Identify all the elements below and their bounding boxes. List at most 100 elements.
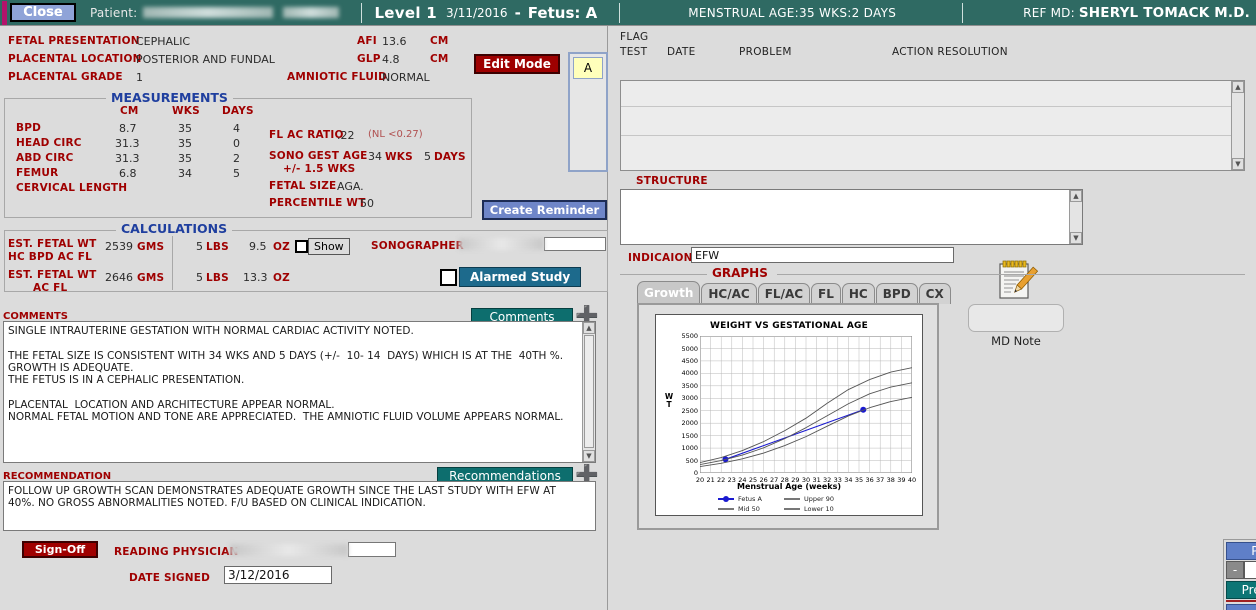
tab-fl-ac[interactable]: FL/AC: [757, 283, 811, 304]
structure-scrollbar[interactable]: ▲ ▼: [1069, 190, 1082, 244]
chart-y-tick-5500: 5500: [681, 332, 698, 340]
calc-lbs-unit-1: LBS: [206, 272, 229, 284]
flag-scrollbar[interactable]: ▲ ▼: [1231, 81, 1244, 170]
comments-textarea[interactable]: SINGLE INTRAUTERINE GESTATION WITH NORMA…: [3, 321, 596, 463]
flag-scroll-up-icon[interactable]: ▲: [1232, 81, 1244, 93]
calc-lbs-0: 5: [196, 240, 203, 253]
comments-scrollbar[interactable]: ▲ ▼: [582, 322, 595, 462]
structure-scroll-down-icon[interactable]: ▼: [1070, 232, 1082, 244]
show-control[interactable]: Show: [295, 238, 350, 255]
meas-wks-0: 35: [178, 122, 192, 135]
graph-tabs[interactable]: Growth HC/AC FL/AC FL HC BPD CX: [637, 281, 952, 304]
graphs-title: GRAPHS: [707, 266, 773, 280]
reading-physician-field[interactable]: [230, 542, 396, 557]
tab-hc[interactable]: HC: [841, 283, 875, 304]
fl-ac-ratio-label: FL AC RATIO: [269, 129, 344, 141]
sonographer-input[interactable]: [544, 237, 606, 251]
fetal-size-value: AGA.: [337, 180, 364, 193]
fetus-list[interactable]: A: [568, 52, 608, 172]
sono-gest-age-wks-unit: WKS: [385, 151, 413, 163]
legend-marker-lower-10: [784, 508, 800, 510]
growth-chart[interactable]: WEIGHT VS GESTATIONAL AGE WT 0 500 1000 150…: [655, 314, 923, 516]
structure-scroll-up-icon[interactable]: ▲: [1070, 190, 1082, 202]
indication-input[interactable]: EFW: [691, 247, 954, 263]
fetus-list-item-a[interactable]: A: [573, 57, 603, 79]
alarmed-study-control[interactable]: Alarmed Study: [440, 267, 582, 287]
col-header-cm: CM: [120, 105, 139, 117]
calc-gms-unit-0: GMS: [137, 241, 165, 253]
meas-label-3: FEMUR: [16, 167, 59, 179]
date-signed-input[interactable]: 3/12/2016: [224, 566, 332, 584]
calc-oz-unit-1: OZ: [273, 272, 290, 284]
tab-bpd[interactable]: BPD: [875, 283, 918, 304]
flag-col-date: DATE: [667, 46, 696, 58]
meas-cm-3: 6.8: [119, 167, 137, 180]
flag-col-test: TEST: [620, 46, 648, 58]
chart-y-tick-3500: 3500: [681, 381, 698, 390]
reading-physician-input[interactable]: [348, 542, 396, 557]
legend-label-lower-10: Lower 10: [804, 505, 834, 513]
close-button[interactable]: Close: [10, 3, 76, 22]
legend-marker-fetus-a: [718, 496, 734, 502]
copies-stepper[interactable]: - +: [1226, 561, 1256, 579]
comments-scroll-up-icon[interactable]: ▲: [583, 322, 595, 334]
chart-y-axis-label: WT: [664, 392, 674, 409]
edit-mode-button[interactable]: Edit Mode: [474, 54, 560, 74]
comments-scroll-thumb[interactable]: [584, 335, 594, 448]
patient-id-redacted: [283, 7, 340, 18]
copies-decrement-button[interactable]: -: [1226, 561, 1244, 579]
reading-physician-label: READING PHYSICIAN: [114, 546, 239, 558]
copies-input[interactable]: [1244, 561, 1256, 579]
chart-x-axis-label: Menstrual Age (weeks): [737, 482, 841, 491]
sono-gest-age-range: +/- 1.5 WKS: [283, 163, 356, 175]
comments-scroll-down-icon[interactable]: ▼: [583, 450, 595, 462]
meas-cm-0: 8.7: [119, 122, 137, 135]
calculations-line-left: [4, 230, 116, 231]
calc-gms-1: 2646: [105, 271, 133, 284]
fax-button[interactable]: Fax: [1226, 604, 1256, 610]
show-button[interactable]: Show: [308, 238, 350, 255]
meas-cm-1: 31.3: [115, 137, 140, 150]
meas-days-2: 2: [233, 152, 240, 165]
sonographer-field[interactable]: [459, 237, 606, 251]
sign-off-button[interactable]: Sign-Off: [22, 541, 98, 558]
reading-physician-name-redacted: [230, 543, 348, 556]
tab-fl[interactable]: FL: [811, 283, 841, 304]
flag-list[interactable]: ▲ ▼: [620, 80, 1245, 171]
fl-ac-ratio-value: .22: [337, 129, 355, 142]
calculations-divider: [172, 232, 173, 290]
recommendation-textarea[interactable]: FOLLOW UP GROWTH SCAN DEMONSTRATES ADEQU…: [3, 481, 596, 531]
md-note[interactable]: MD Note: [968, 258, 1064, 348]
level-label: Level 1: [374, 3, 438, 22]
col-header-days: DAYS: [222, 105, 254, 117]
tab-hc-ac[interactable]: HC/AC: [701, 283, 757, 304]
divider-3: [962, 2, 964, 23]
comments-text: SINGLE INTRAUTERINE GESTATION WITH NORMA…: [8, 325, 564, 424]
md-note-button[interactable]: [968, 304, 1064, 332]
tab-cx[interactable]: CX: [918, 283, 951, 304]
preview-button[interactable]: Preview: [1226, 581, 1256, 599]
meas-wks-1: 35: [178, 137, 192, 150]
calc-oz-0: 9.5: [249, 240, 267, 253]
legend-marker-mid-50: [718, 508, 734, 510]
calc-lbs-1: 5: [196, 271, 203, 284]
calc-label-0-line1: EST. FETAL WT: [8, 238, 97, 250]
print-controls: Print - + Preview Fax: [1223, 539, 1256, 610]
flag-scroll-down-icon[interactable]: ▼: [1232, 158, 1244, 170]
glp-label: GLP: [357, 53, 381, 65]
show-checkbox[interactable]: [295, 240, 308, 253]
tab-growth[interactable]: Growth: [637, 281, 701, 304]
create-reminder-button[interactable]: Create Reminder: [482, 200, 607, 220]
measurements-line-right: [216, 98, 472, 99]
structure-textarea[interactable]: ▲ ▼: [620, 189, 1083, 245]
left-report-panel: FETAL PRESENTATION CEPHALIC PLACENTAL LO…: [0, 26, 608, 610]
study-date: 3/11/2016: [446, 5, 508, 20]
print-button[interactable]: Print: [1226, 542, 1256, 560]
calc-gms-0: 2539: [105, 240, 133, 253]
alarmed-study-checkbox[interactable]: [440, 268, 457, 286]
chart-y-tick-3000: 3000: [681, 394, 698, 403]
fetus-label: Fetus: A: [527, 3, 598, 22]
calculations-title: CALCULATIONS: [116, 221, 233, 236]
alarmed-study-button[interactable]: Alarmed Study: [459, 267, 582, 287]
ref-md-label: REF MD:: [1023, 5, 1075, 20]
